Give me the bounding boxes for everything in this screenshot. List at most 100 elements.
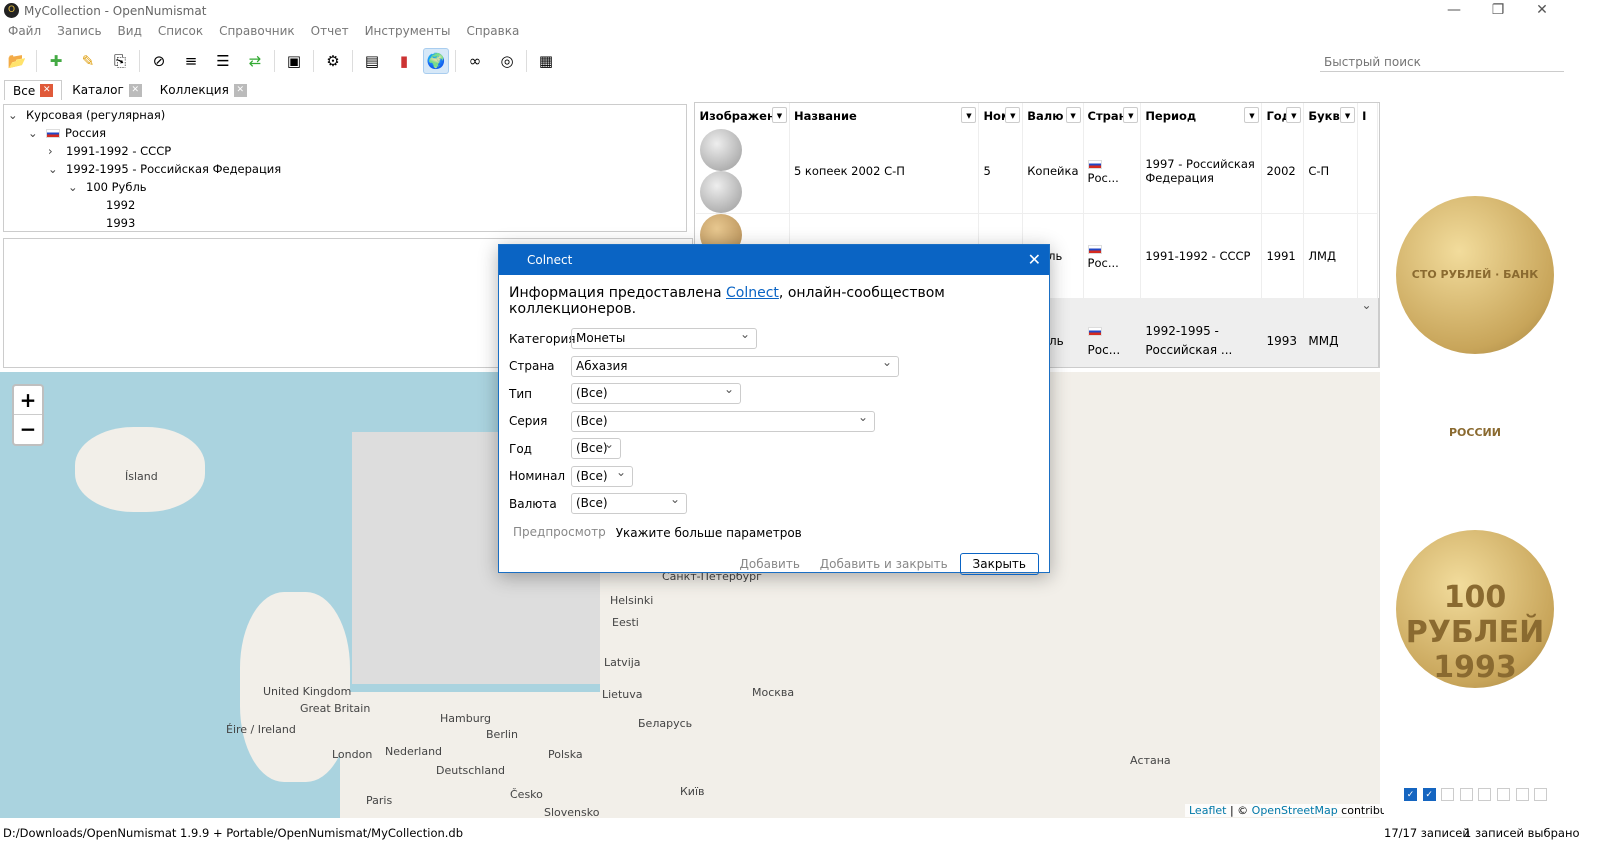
open-folder-button[interactable]: 📂 xyxy=(4,48,30,74)
tree-node[interactable]: 1992 xyxy=(4,196,686,214)
year-cell: 2002 xyxy=(1261,129,1305,214)
close-window-button[interactable]: ✕ xyxy=(1522,2,1562,18)
menu-5[interactable]: Отчет xyxy=(311,24,349,44)
tree-node[interactable]: 1993 xyxy=(4,214,686,232)
colnect-button[interactable]: ◎ xyxy=(494,48,520,74)
tab-1[interactable]: Каталог ✕ xyxy=(64,80,150,100)
tree-node[interactable]: ⌄ Россия xyxy=(4,124,686,142)
field-select[interactable]: Монеты xyxy=(571,325,757,350)
statistics-button[interactable]: ▮ xyxy=(391,48,417,74)
reverse-image[interactable]: 100 РУБЛЕЙ 1993 xyxy=(1396,530,1554,688)
menu-1[interactable]: Запись xyxy=(57,24,101,44)
list-view-button[interactable]: ▤ xyxy=(359,48,385,74)
column-header[interactable]: Ном ▼ xyxy=(978,103,1024,129)
random-button[interactable]: ⇄ xyxy=(242,48,268,74)
chevron-down-icon[interactable]: ⌄ xyxy=(8,106,26,124)
extra-cell xyxy=(1357,213,1378,299)
settings-button[interactable]: ⚙ xyxy=(320,48,346,74)
russia-flag-icon xyxy=(1087,160,1102,169)
filter-dropdown-icon[interactable]: ▼ xyxy=(1123,107,1139,123)
field-select[interactable]: (Все) xyxy=(571,490,687,515)
add-button[interactable]: ✚ xyxy=(43,48,69,74)
map-button[interactable]: 🌍 xyxy=(423,48,449,74)
field-label: Категория xyxy=(509,331,576,346)
preview-button[interactable]: Предпросмотр xyxy=(509,522,614,544)
tab-2[interactable]: Коллекция ✕ xyxy=(152,80,255,100)
menu-0[interactable]: Файл xyxy=(8,24,41,44)
column-header[interactable]: Стран ▼ xyxy=(1083,103,1142,129)
year-cell: 1993 xyxy=(1261,298,1305,367)
records-count: 17/17 записей xyxy=(1384,826,1470,840)
colnect-link[interactable]: Colnect xyxy=(726,285,779,301)
table-row[interactable]: 5 копеек 2002 С-П 5 Копейка Рос... 1997 - Ро… xyxy=(695,129,1379,214)
zoom-out-button[interactable]: − xyxy=(14,415,42,444)
tree-node[interactable]: › 1991-1992 - СССР xyxy=(4,142,686,160)
zoom-in-button[interactable]: + xyxy=(14,386,42,415)
image-checkbox[interactable]: ✓ xyxy=(1404,788,1417,801)
column-header[interactable]: Название ▼ xyxy=(789,103,980,129)
field-select[interactable]: Абхазия xyxy=(571,353,899,377)
menu-6[interactable]: Инструменты xyxy=(365,24,451,44)
quick-search-input[interactable] xyxy=(1320,52,1564,72)
menu-4[interactable]: Справочник xyxy=(219,24,295,44)
filter-dropdown-icon[interactable]: ▼ xyxy=(1005,107,1021,123)
tree-node[interactable]: ⌄ 1992-1995 - Российская Федерация xyxy=(4,160,686,178)
menu-2[interactable]: Вид xyxy=(118,24,142,44)
filter-dropdown-icon[interactable]: ▼ xyxy=(1065,107,1081,123)
close-button[interactable]: Закрыть xyxy=(959,553,1039,575)
close-tab-icon[interactable]: ✕ xyxy=(233,83,247,97)
menu-3[interactable]: Список xyxy=(158,24,203,44)
image-checkbox[interactable] xyxy=(1534,788,1548,801)
chevron-right-icon[interactable]: › xyxy=(48,142,66,160)
image-checkbox[interactable] xyxy=(1515,788,1529,801)
image-checkbox[interactable]: ✓ xyxy=(1422,788,1436,801)
add-button[interactable]: Добавить xyxy=(732,554,808,576)
edit-button[interactable]: ✎ xyxy=(75,48,101,74)
chevron-down-icon[interactable]: ⌄ xyxy=(68,178,86,196)
image-checkbox[interactable] xyxy=(1459,788,1473,801)
view-menu-button[interactable]: ▦ xyxy=(533,48,559,74)
column-header[interactable]: Изображени ▼ xyxy=(695,103,790,129)
image-checkbox[interactable] xyxy=(1478,788,1492,801)
filter-dropdown-icon[interactable]: ▼ xyxy=(1244,107,1260,123)
field-select[interactable]: (Все) xyxy=(571,435,621,460)
obverse-image[interactable]: СТО РУБЛЕЙ · БАНК РОССИИ xyxy=(1396,196,1554,439)
image-checkbox[interactable] xyxy=(1497,788,1510,801)
minimize-button[interactable]: — xyxy=(1434,2,1474,18)
maximize-button[interactable]: ❐ xyxy=(1478,2,1518,18)
tree-node[interactable]: ⌄ Курсовая (регулярная) xyxy=(4,106,686,124)
column-header[interactable]: Год ▼ xyxy=(1261,103,1305,129)
map-label: Lietuva xyxy=(602,688,643,701)
tab-0[interactable]: Все ✕ xyxy=(4,80,63,100)
save-sort-button[interactable]: ☰ xyxy=(210,48,236,74)
filter-dropdown-icon[interactable]: ▼ xyxy=(771,107,787,123)
menu-7[interactable]: Справка xyxy=(466,24,519,44)
clear-filter-button[interactable]: ⊘ xyxy=(146,48,172,74)
column-header[interactable]: Валю ▼ xyxy=(1022,103,1084,129)
filter-dropdown-icon[interactable]: ▼ xyxy=(961,107,977,123)
column-header[interactable]: Букв ▼ xyxy=(1303,103,1359,129)
field-select[interactable]: (Все) xyxy=(571,380,741,405)
column-header[interactable]: I xyxy=(1357,103,1378,129)
image-checkbox[interactable] xyxy=(1441,788,1455,801)
leaflet-link[interactable]: Leaflet xyxy=(1189,804,1226,817)
close-tab-icon[interactable]: ✕ xyxy=(128,83,142,97)
field-select[interactable]: (Все) xyxy=(571,463,633,487)
osm-link[interactable]: OpenStreetMap xyxy=(1252,804,1338,817)
filter-dropdown-icon[interactable]: ▼ xyxy=(1286,107,1302,123)
filter-dropdown-icon[interactable]: ▼ xyxy=(1340,107,1356,123)
clone-button[interactable]: ⎘ xyxy=(107,48,133,74)
tree-node[interactable]: ⌄ 100 Рубль xyxy=(4,178,686,196)
link-button[interactable]: ∞ xyxy=(462,48,488,74)
dialog-close-icon[interactable]: ✕ xyxy=(1028,245,1041,275)
column-header[interactable]: Период ▼ xyxy=(1140,103,1263,129)
details-button[interactable]: ▣ xyxy=(281,48,307,74)
chevron-down-icon[interactable]: ⌄ xyxy=(48,160,66,178)
add-and-close-button[interactable]: Добавить и закрыть xyxy=(812,554,956,576)
sort-clear-button[interactable]: ≡ xyxy=(178,48,204,74)
currency-cell: Копейка xyxy=(1022,129,1084,214)
field-select[interactable]: (Все) xyxy=(571,408,875,432)
chevron-down-icon[interactable]: ⌄ xyxy=(28,124,46,142)
close-tab-icon[interactable]: ✕ xyxy=(40,84,54,97)
map-label: Latvija xyxy=(604,656,641,669)
